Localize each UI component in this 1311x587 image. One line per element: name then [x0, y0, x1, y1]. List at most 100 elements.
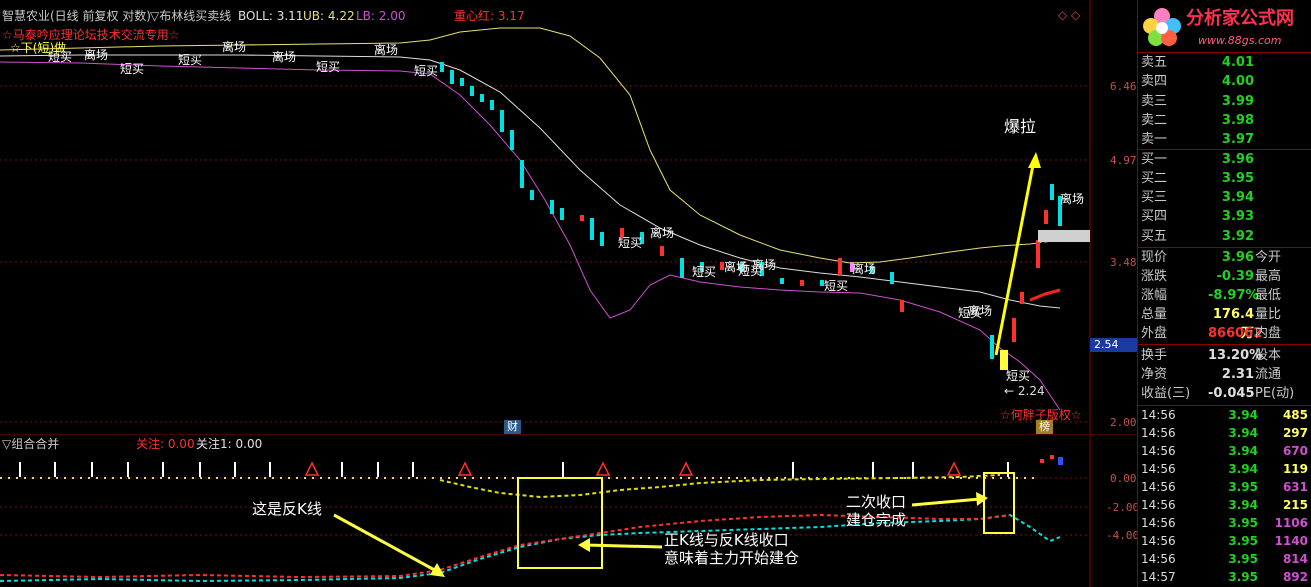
finance-tab[interactable]: 财: [504, 420, 521, 434]
stat-label-2: 内盘: [1255, 326, 1282, 341]
lower-axis-label: -2.00: [1106, 501, 1140, 514]
flower-logo-icon: [1143, 8, 1181, 46]
tick-volume: 631: [1282, 480, 1308, 494]
tick-row[interactable]: 14:56 3.95 1106: [1138, 514, 1311, 532]
stat-label: 涨跌: [1141, 269, 1168, 284]
tick-row[interactable]: 14:57 3.95 892: [1138, 568, 1311, 586]
stat-label: 现价: [1141, 250, 1168, 265]
signal-leave: 离场: [1060, 192, 1085, 206]
signal-short-buy: 短买: [120, 62, 145, 76]
tick-volume: 119: [1282, 462, 1308, 476]
tick-price: 3.94: [1228, 426, 1258, 440]
lower-panel-title[interactable]: ▽组合合并: [2, 437, 59, 451]
range-tooltip: 3.80 - 3.: [1040, 241, 1082, 252]
focus1-value: 关注1: 0.00: [196, 437, 263, 451]
order-book-row[interactable]: 卖五 4.01: [1138, 53, 1311, 72]
tick-time: 14:56: [1141, 552, 1176, 566]
middle-band-line: [0, 54, 1061, 309]
tick-time: 14:56: [1141, 408, 1176, 422]
order-book-row[interactable]: 卖一 3.97: [1138, 130, 1311, 149]
low-price-marker: ← 2.24: [1004, 384, 1045, 398]
quote-stat-row[interactable]: 现价 3.96 今开: [1138, 248, 1311, 267]
tick-price: 3.94: [1228, 408, 1258, 422]
order-book-row[interactable]: 买一 3.96: [1138, 150, 1311, 169]
tick-row[interactable]: 14:56 3.95 1140: [1138, 532, 1311, 550]
signal-ticks: [19, 462, 1009, 477]
tick-row[interactable]: 14:56 3.94 297: [1138, 424, 1311, 442]
stat-value: 2.31: [1221, 367, 1254, 382]
main-chart[interactable]: 智慧农业(日线 前复权 对数) ▽布林线买卖线 BOLL: 3.11 UB: 4…: [0, 0, 1141, 435]
order-book-price: 3.92: [1221, 228, 1254, 244]
stat-label: 涨幅: [1141, 288, 1168, 303]
tick-volume: 670: [1282, 444, 1308, 458]
tick-volume: 1140: [1274, 534, 1308, 548]
tick-time: 14:56: [1141, 516, 1176, 530]
order-book-label: 买一: [1141, 151, 1168, 167]
order-book-row[interactable]: 买四 3.93: [1138, 207, 1311, 226]
price-axis-label: 4.97: [1110, 154, 1137, 167]
quote-stat-row[interactable]: 涨跌 -0.39 最高: [1138, 267, 1311, 286]
tick-price: 3.95: [1228, 516, 1258, 530]
tick-time: 14:56: [1141, 426, 1176, 440]
stat-label-2: 今开: [1255, 250, 1282, 265]
lower-indicator-panel[interactable]: ▽组合合并 关注: 0.00 关注1: 0.00 0.00 -2.00 -4.0…: [0, 435, 1140, 587]
order-book-row[interactable]: 买五 3.92: [1138, 227, 1311, 246]
tick-price: 3.94: [1228, 498, 1258, 512]
signal-leave: 离场: [752, 258, 777, 272]
tick-row[interactable]: 14:56 3.94 119: [1138, 460, 1311, 478]
list-tab[interactable]: 榜: [1036, 420, 1053, 434]
quote-stat-row[interactable]: 收益(三) -0.045 PE(动): [1138, 384, 1311, 403]
order-book-row[interactable]: 卖二 3.98: [1138, 111, 1311, 130]
order-book-row[interactable]: 买三 3.94: [1138, 188, 1311, 207]
quote-stat-row[interactable]: 换手 13.20% 股本: [1138, 346, 1311, 365]
stat-value: -0.045: [1208, 386, 1255, 401]
tick-price: 3.95: [1228, 480, 1258, 494]
stat-label-2: 流通: [1255, 367, 1282, 382]
stat-label: 外盘: [1141, 326, 1168, 341]
grid-lines: [0, 85, 1090, 423]
indicator-name[interactable]: ▽布林线买卖线: [150, 9, 231, 23]
quote-stat-row[interactable]: 外盘 866062 内盘: [1138, 324, 1311, 343]
annotation-second-converge-line1: 二次收口: [846, 493, 907, 511]
order-book-price: 4.01: [1221, 55, 1254, 70]
quote-stat-row[interactable]: 净资 2.31 流通: [1138, 365, 1311, 384]
order-book-label: 买五: [1141, 228, 1168, 244]
order-book-label: 买三: [1141, 190, 1168, 206]
order-book-price: 3.95: [1221, 170, 1254, 186]
diamond-icon[interactable]: ◇ ◇: [1058, 8, 1080, 22]
signal-short-buy: 短买: [48, 50, 73, 64]
stat-label: 收益(三): [1141, 386, 1191, 401]
order-book-row[interactable]: 卖三 3.99: [1138, 92, 1311, 111]
stat-value: -0.39: [1216, 269, 1254, 284]
tick-volume: 485: [1282, 408, 1308, 422]
stat-value: 13.20%: [1208, 348, 1263, 363]
tick-price: 3.95: [1228, 552, 1258, 566]
tick-row[interactable]: 14:56 3.94 670: [1138, 442, 1311, 460]
annotation-second-converge-line2: 建仓完成: [846, 511, 907, 529]
tick-row[interactable]: 14:56 3.94 485: [1138, 406, 1311, 424]
candles: [440, 62, 1062, 370]
stat-label-2: 股本: [1255, 348, 1282, 363]
stat-label-2: PE(动): [1255, 386, 1295, 401]
tick-row[interactable]: 14:56 3.95 631: [1138, 478, 1311, 496]
tick-row[interactable]: 14:56 3.94 215: [1138, 496, 1311, 514]
quote-stat-row[interactable]: 涨幅 -8.97% 最低: [1138, 286, 1311, 305]
lower-axis-label: 0.00: [1110, 472, 1137, 485]
stat-value: 3.96: [1221, 250, 1254, 265]
order-book-label: 买四: [1141, 209, 1168, 225]
tick-row[interactable]: 14:56 3.95 814: [1138, 550, 1311, 568]
quote-stat-row[interactable]: 总量 176.4万 量比: [1138, 305, 1311, 341]
order-book-label: 卖五: [1141, 55, 1168, 70]
price-axis-label: 6.46: [1110, 80, 1137, 93]
upper-band-line: [0, 27, 1061, 264]
price-axis-label: 2.00: [1110, 416, 1137, 429]
lb-value: LB: 2.00: [356, 9, 406, 23]
annotation-reverse-k: 这是反K线: [252, 500, 322, 518]
lower-panel-svg: [0, 435, 1091, 587]
signal-leave: 离场: [374, 43, 399, 57]
order-book-row[interactable]: 买二 3.95: [1138, 169, 1311, 188]
signal-short-buy: 短买: [1006, 369, 1031, 383]
order-book-row[interactable]: 卖四 4.00: [1138, 72, 1311, 91]
order-book-label: 买二: [1141, 170, 1168, 186]
signal-leave: 离场: [852, 262, 877, 276]
